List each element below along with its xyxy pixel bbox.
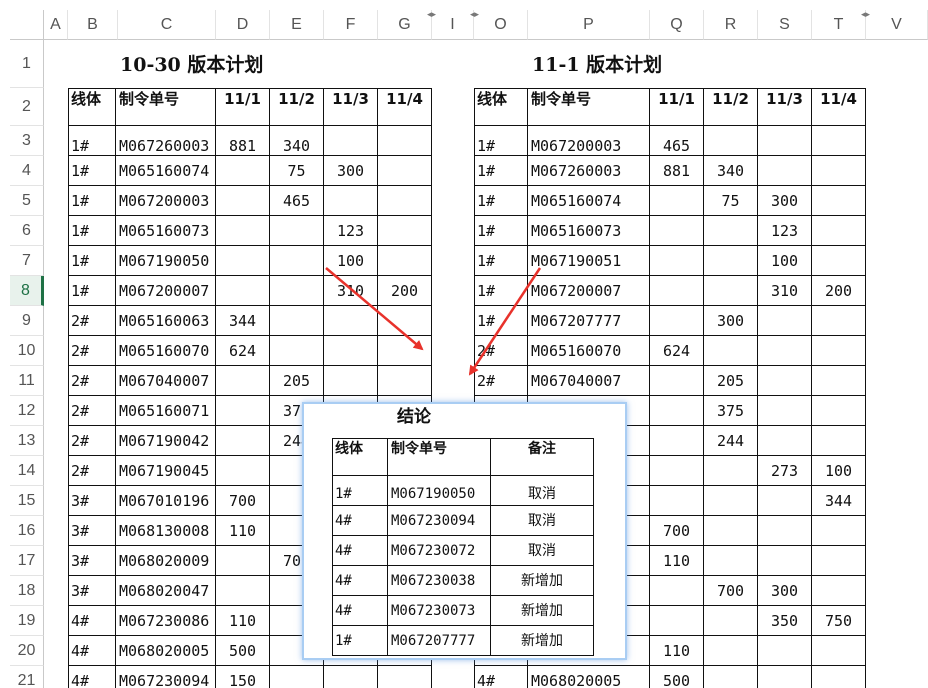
remark-cell[interactable]: 取消 [491,476,594,506]
order-number-cell[interactable]: M067230072 [388,536,491,566]
conclusion-header-cell: 备注 [491,438,594,476]
line-cell[interactable]: 1# [332,476,388,506]
remark-cell[interactable]: 新增加 [491,626,594,656]
conclusion-header-cell: 制令单号 [388,438,491,476]
order-number-cell[interactable]: M067230094 [388,506,491,536]
conclusion-header-cell: 线体 [332,438,388,476]
spreadsheet[interactable]: ABCDEFGIOPQRSTV 1 2 3 4 5 6 7 8 9 10 11 12 13 14 15 16 1… [0,0,928,688]
remark-cell[interactable]: 新增加 [491,566,594,596]
red-arrow-right [468,267,542,376]
line-cell[interactable]: 4# [332,566,388,596]
order-number-cell[interactable]: M067230073 [388,596,491,626]
order-number-cell[interactable]: M067190050 [388,476,491,506]
line-cell[interactable]: 4# [332,536,388,566]
remark-cell[interactable]: 取消 [491,536,594,566]
order-number-cell[interactable]: M067207777 [388,626,491,656]
line-cell[interactable]: 1# [332,626,388,656]
red-arrow-left [325,267,424,351]
conclusion-title: 结论 [397,407,431,427]
remark-cell[interactable]: 取消 [491,506,594,536]
line-cell[interactable]: 4# [332,506,388,536]
remark-cell[interactable]: 新增加 [491,596,594,626]
conclusion-popup[interactable]: 结论 线体 制令单号 备注 1# M067190050 取消 4# M067230094 取消 4… [302,402,627,660]
line-cell[interactable]: 4# [332,596,388,626]
order-number-cell[interactable]: M067230038 [388,566,491,596]
